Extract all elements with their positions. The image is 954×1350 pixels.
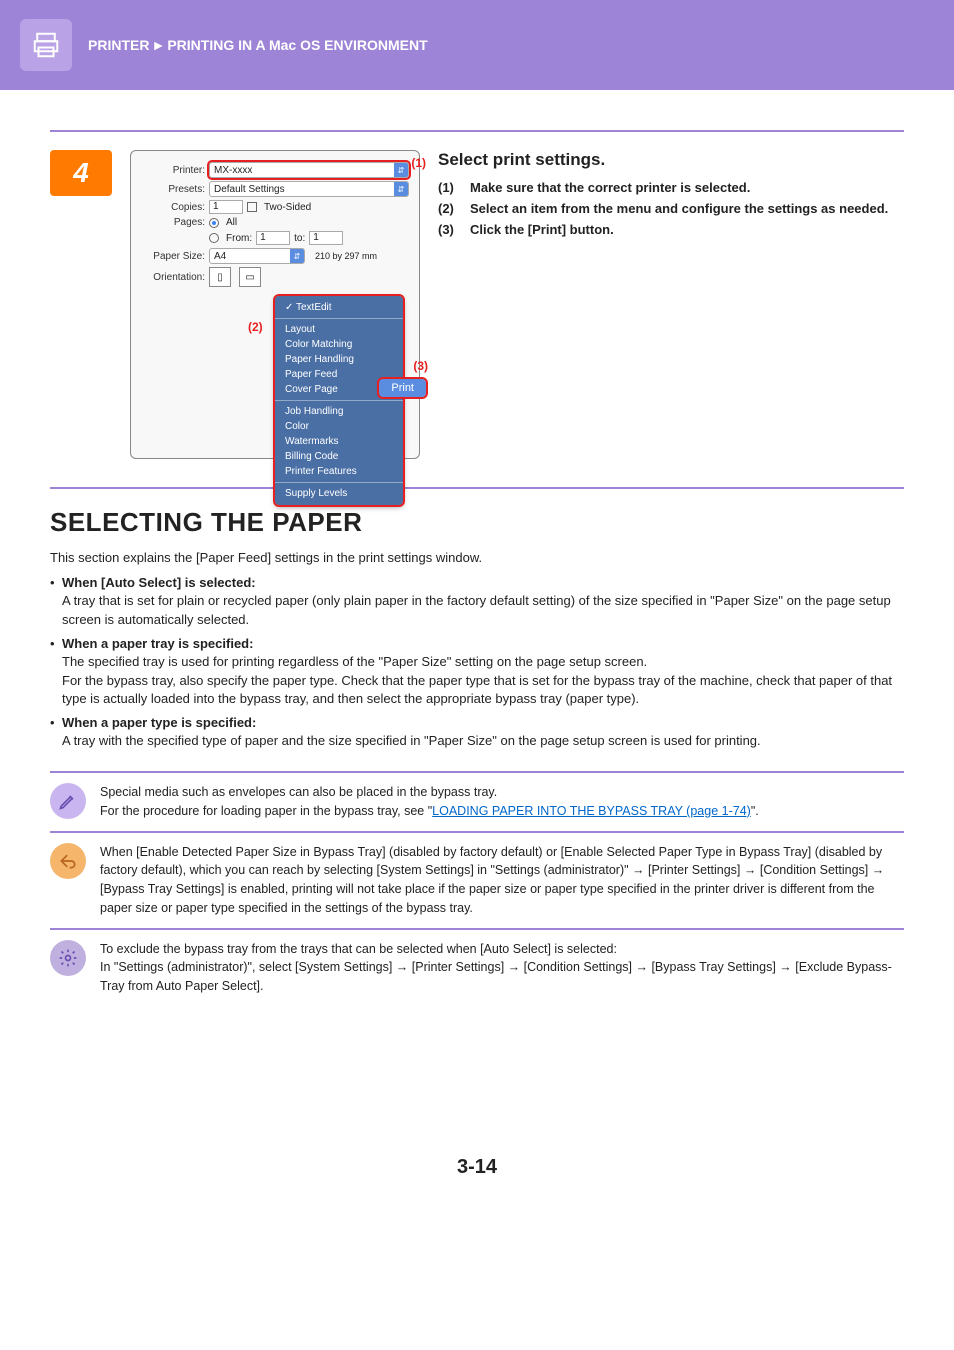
divider: [50, 130, 904, 132]
pages-range-radio[interactable]: [209, 233, 219, 243]
menu-item[interactable]: Color: [275, 419, 403, 434]
pages-all-radio[interactable]: [209, 218, 219, 228]
paper-size-dim: 210 by 297 mm: [315, 251, 377, 261]
step-item-num: (1): [438, 180, 464, 195]
pen-icon: [50, 783, 86, 819]
presets-value: Default Settings: [214, 184, 285, 195]
printer-select[interactable]: MX-xxxx ⇵: [209, 162, 409, 178]
step-item-num: (2): [438, 201, 464, 216]
step-4: 4 Printer: MX-xxxx ⇵ Presets: Default Set…: [50, 150, 904, 459]
bullet-title: When a paper tray is specified:: [62, 636, 904, 651]
paper-size-value: A4: [214, 251, 226, 262]
to-label: to:: [294, 233, 305, 244]
chevron-updown-icon: ⇵: [394, 182, 408, 196]
note2-text: When [Enable Detected Paper Size in Bypa…: [100, 843, 904, 918]
step-item-text: Select an item from the menu and configu…: [470, 201, 888, 216]
page-header: PRINTER ► PRINTING IN A Mac OS ENVIRONME…: [0, 0, 954, 90]
orientation-landscape[interactable]: ▭: [239, 267, 261, 287]
breadcrumb-printer: PRINTER: [88, 37, 149, 53]
note3-line2: In "Settings (administrator)", select [S…: [100, 960, 892, 993]
two-sided-label: Two-Sided: [264, 202, 311, 213]
callout-2: (2): [248, 320, 263, 334]
step-number-badge: 4: [50, 150, 112, 196]
to-input[interactable]: 1: [309, 231, 343, 245]
settings-menu-popup[interactable]: TextEdit Layout Color Matching Paper Han…: [275, 296, 403, 505]
chevron-updown-icon: ⇵: [394, 163, 408, 177]
bullet-body: A tray that is set for plain or recycled…: [62, 592, 904, 630]
bullet-title: When [Auto Select] is selected:: [62, 575, 904, 590]
section-lead: This section explains the [Paper Feed] s…: [50, 550, 904, 565]
print-button[interactable]: Print: [379, 379, 426, 397]
step-item-num: (3): [438, 222, 464, 237]
menu-item[interactable]: Job Handling: [275, 404, 403, 419]
note1-line1: Special media such as envelopes can also…: [100, 785, 497, 799]
note1-line2a: For the procedure for loading paper in t…: [100, 804, 432, 818]
paper-size-select[interactable]: A4 ⇵: [209, 248, 305, 264]
menu-item[interactable]: Printer Features: [275, 464, 403, 479]
breadcrumb-section: PRINTING IN A Mac OS ENVIRONMENT: [167, 37, 427, 53]
step-title: Select print settings.: [438, 150, 904, 170]
bullet-title: When a paper type is specified:: [62, 715, 904, 730]
gear-icon: [50, 940, 86, 976]
orientation-label: Orientation:: [141, 272, 205, 283]
note-tip: Special media such as envelopes can also…: [50, 771, 904, 831]
menu-item[interactable]: Color Matching: [275, 337, 403, 352]
presets-label: Presets:: [141, 184, 205, 195]
bullet-body: A tray with the specified type of paper …: [62, 732, 904, 751]
menu-item[interactable]: Watermarks: [275, 434, 403, 449]
bullet-body: The specified tray is used for printing …: [62, 653, 904, 710]
printer-icon: [20, 19, 72, 71]
bullet-list: When [Auto Select] is selected: A tray th…: [50, 575, 904, 751]
two-sided-checkbox[interactable]: [247, 202, 257, 212]
callout-3: (3): [413, 359, 428, 373]
printer-value: MX-xxxx: [214, 165, 252, 176]
menu-item[interactable]: Billing Code: [275, 449, 403, 464]
breadcrumb-arrow: ►: [151, 37, 165, 53]
presets-select[interactable]: Default Settings ⇵: [209, 181, 409, 197]
page-number: 3-14: [50, 1156, 904, 1179]
back-arrow-icon: [50, 843, 86, 879]
menu-item[interactable]: Paper Handling: [275, 352, 403, 367]
print-dialog-screenshot: Printer: MX-xxxx ⇵ Presets: Default Setti…: [130, 150, 420, 459]
callout-1: (1): [411, 156, 426, 170]
from-input[interactable]: 1: [256, 231, 290, 245]
copies-label: Copies:: [141, 202, 205, 213]
note1-line2b: ".: [751, 804, 759, 818]
paper-size-label: Paper Size:: [141, 251, 205, 262]
chevron-updown-icon: ⇵: [290, 249, 304, 263]
divider: [50, 487, 904, 489]
pages-all-label: All: [226, 217, 237, 228]
pages-label: Pages:: [141, 217, 205, 228]
note3-line1: To exclude the bypass tray from the tray…: [100, 942, 617, 956]
step-item-text: Click the [Print] button.: [470, 222, 614, 237]
note-settings: To exclude the bypass tray from the tray…: [50, 928, 904, 1006]
from-label: From:: [226, 233, 252, 244]
menu-item[interactable]: Supply Levels: [275, 486, 403, 501]
menu-item[interactable]: TextEdit: [275, 300, 403, 315]
printer-label: Printer:: [141, 165, 205, 176]
bypass-tray-link[interactable]: LOADING PAPER INTO THE BYPASS TRAY (page…: [432, 804, 751, 818]
section-title: SELECTING THE PAPER: [50, 507, 904, 538]
step-item-text: Make sure that the correct printer is se…: [470, 180, 750, 195]
note-restriction: When [Enable Detected Paper Size in Bypa…: [50, 831, 904, 928]
orientation-portrait[interactable]: ▯: [209, 267, 231, 287]
menu-item[interactable]: Layout: [275, 322, 403, 337]
copies-input[interactable]: 1: [209, 200, 243, 214]
